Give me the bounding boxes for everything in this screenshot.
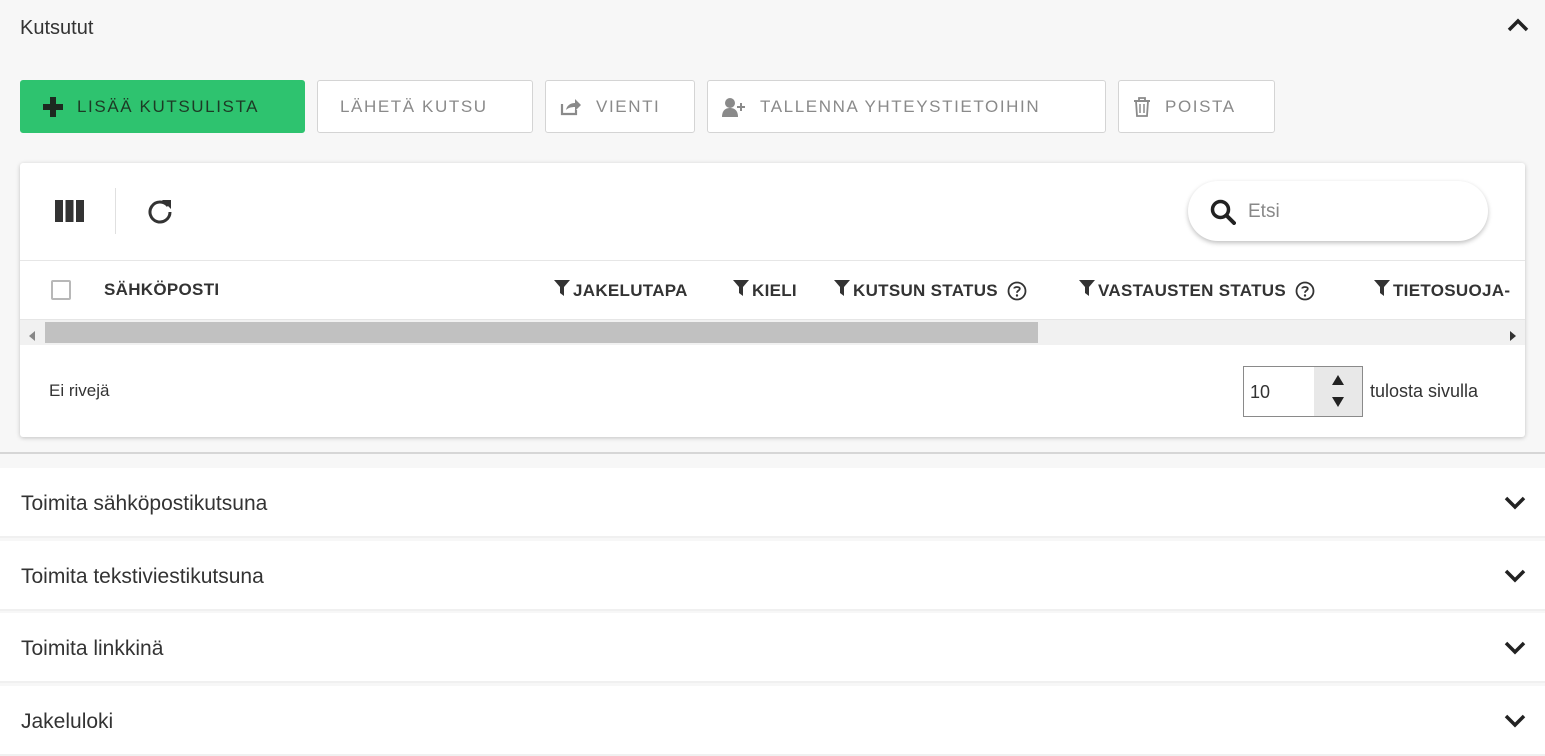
accordion-distribution-log[interactable]: Jakeluloki [0,686,1545,756]
scrollbar-thumb[interactable] [45,322,1038,343]
search-input[interactable] [1246,199,1470,225]
help-icon[interactable] [1295,281,1315,301]
column-invite-status-label: KUTSUN STATUS [853,280,998,300]
toolbar-divider [115,188,116,234]
send-invite-label: LÄHETÄ KUTSU [340,96,488,116]
column-email-label: SÄHKÖPOSTI [104,280,220,299]
accordion-label: Toimita linkkinä [21,637,164,660]
column-privacy[interactable]: TIETOSUOJA- [1374,280,1510,301]
invitees-table: SÄHKÖPOSTI JAKELUTAPA KIELI KUTSUN STATU… [20,163,1525,437]
accordion-sms-invite[interactable]: Toimita tekstiviestikutsuna [0,541,1545,611]
search-icon [1210,199,1236,230]
accordion-label: Jakeluloki [21,710,114,733]
accordion-label: Toimita tekstiviestikutsuna [21,565,264,588]
filter-icon[interactable] [1374,280,1390,301]
scroll-left-icon[interactable] [29,328,35,346]
send-invite-button[interactable]: LÄHETÄ KUTSU [317,80,533,133]
column-invite-status[interactable]: KUTSUN STATUS [834,280,1027,301]
select-all-checkbox[interactable] [51,280,71,300]
stepper-up-icon[interactable] [1332,372,1344,390]
accordion-link[interactable]: Toimita linkkinä [0,613,1545,683]
add-list-label: LISÄÄ KUTSULISTA [77,96,260,116]
chevron-down-icon[interactable] [1504,641,1526,655]
column-privacy-label: TIETOSUOJA- [1393,280,1511,300]
stepper-buttons[interactable] [1314,367,1362,416]
save-contacts-label: TALLENNA YHTEYSTIETOIHIN [760,96,1041,116]
chevron-up-icon[interactable] [1507,18,1529,32]
page-size-label: tulosta sivulla [1370,381,1479,401]
table-header: SÄHKÖPOSTI JAKELUTAPA KIELI KUTSUN STATU… [20,260,1525,320]
page-size-value[interactable]: 10 [1250,382,1270,403]
delete-label: POISTA [1165,96,1236,116]
search-box[interactable] [1188,181,1488,241]
accordion-label: Toimita sähköpostikutsuna [21,492,268,515]
user-plus-icon [722,97,746,117]
column-response-status-label: VASTAUSTEN STATUS [1098,280,1287,300]
filter-icon[interactable] [834,280,850,301]
export-label: VIENTI [596,96,661,116]
column-email[interactable]: SÄHKÖPOSTI [104,280,219,300]
help-icon[interactable] [1007,281,1027,301]
export-button[interactable]: VIENTI [545,80,695,133]
delete-button[interactable]: POISTA [1118,80,1275,133]
empty-rows-text: Ei rivejä [49,381,110,400]
save-contacts-button[interactable]: TALLENNA YHTEYSTIETOIHIN [707,80,1106,133]
chevron-down-icon[interactable] [1504,714,1526,728]
trash-icon [1133,96,1151,117]
filter-icon[interactable] [554,280,570,301]
chevron-down-icon[interactable] [1504,496,1526,510]
horizontal-scrollbar[interactable] [20,320,1525,345]
column-delivery[interactable]: JAKELUTAPA [554,280,688,301]
invitees-section: Kutsutut LISÄÄ KUTSULISTA LÄHETÄ KUTSU V… [0,0,1545,454]
column-language[interactable]: KIELI [733,280,797,301]
filter-icon[interactable] [1079,280,1095,301]
scroll-right-icon[interactable] [1510,328,1516,346]
columns-icon[interactable] [55,200,84,227]
stepper-down-icon[interactable] [1332,394,1344,412]
column-response-status[interactable]: VASTAUSTEN STATUS [1079,280,1315,301]
column-delivery-label: JAKELUTAPA [573,280,688,300]
filter-icon[interactable] [733,280,749,301]
column-language-label: KIELI [752,280,797,300]
accordion-email-invite[interactable]: Toimita sähköpostikutsuna [0,468,1545,538]
add-list-button[interactable]: LISÄÄ KUTSULISTA [20,80,305,133]
plus-icon [43,96,63,117]
chevron-down-icon[interactable] [1504,569,1526,583]
refresh-icon[interactable] [147,198,173,229]
page-size-stepper[interactable]: 10 [1243,366,1363,417]
share-icon [560,98,582,116]
section-title: Kutsutut [20,17,94,39]
